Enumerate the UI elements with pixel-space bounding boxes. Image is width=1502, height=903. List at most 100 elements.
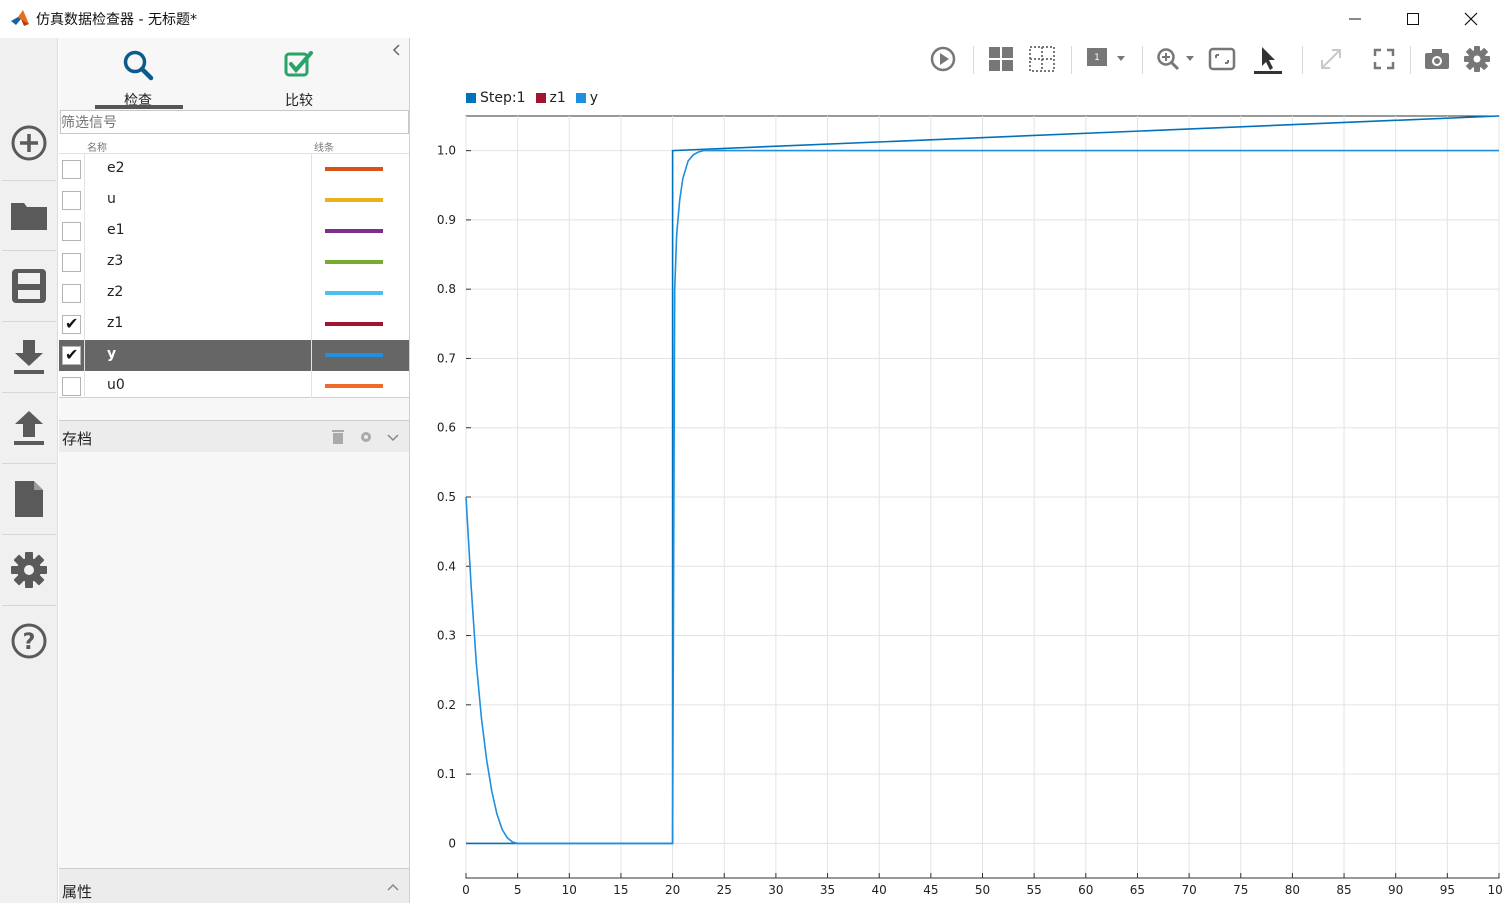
filter-signals-input[interactable] [60, 110, 409, 134]
signal-row[interactable]: z3 [59, 247, 409, 278]
y-tick-label: 0.6 [437, 421, 456, 435]
signal-name: e2 [107, 160, 125, 176]
line-color-swatch[interactable] [325, 167, 383, 171]
y-tick-label: 0.4 [437, 559, 456, 573]
layout-subplot-icon [1029, 46, 1055, 72]
maximize-button[interactable] [1384, 0, 1442, 38]
y-tick-label: 0.5 [437, 490, 456, 504]
title-bar: 仿真数据检查器 - 无标题* [0, 0, 1502, 38]
signal-name: y [107, 346, 117, 362]
export-button[interactable] [0, 393, 58, 463]
line-color-swatch[interactable] [325, 384, 383, 388]
zoom-button[interactable] [1154, 44, 1198, 74]
y-tick-label: 0 [448, 836, 456, 850]
signal-checkbox[interactable] [62, 345, 81, 365]
subplot-button[interactable] [1027, 44, 1057, 74]
x-tick-label: 30 [768, 883, 783, 897]
signal-checkbox[interactable] [62, 160, 81, 179]
x-tick-label: 25 [717, 883, 732, 897]
x-tick-label: 35 [820, 883, 835, 897]
settings-gear-icon [11, 552, 47, 588]
tab-inspect[interactable]: 检查 [93, 44, 183, 110]
signal-name: z3 [107, 253, 124, 269]
properties-section[interactable]: 属性 [59, 868, 409, 903]
camera-icon [1425, 49, 1449, 69]
help-button[interactable]: ? [0, 606, 58, 676]
layout-grid-icon [989, 47, 1013, 71]
column-line-header[interactable]: 线条 [314, 139, 334, 154]
line-color-swatch[interactable] [325, 198, 383, 202]
plot-select-button[interactable]: 1 [1083, 44, 1131, 74]
layout-button[interactable] [986, 44, 1016, 74]
signal-row[interactable]: z2 [59, 278, 409, 309]
y-tick-label: 0.9 [437, 213, 456, 227]
signal-table: 名称 线条 e2 u e1 z3 z2 z1 y u0 [59, 134, 409, 398]
open-button[interactable] [0, 180, 58, 250]
archive-settings-icon[interactable] [359, 430, 373, 444]
signal-checkbox[interactable] [62, 253, 81, 272]
visualization-settings-button[interactable] [1462, 44, 1492, 74]
signal-row[interactable]: e1 [59, 216, 409, 247]
signal-row[interactable]: u0 [59, 371, 409, 402]
signal-panel: 检查 比较 名称 线条 e2 u e1 z3 z2 z1 y u0 存档 属性 [59, 38, 410, 903]
x-tick-label: 50 [975, 883, 990, 897]
preferences-button[interactable] [0, 535, 58, 605]
chevron-up-icon[interactable] [386, 881, 400, 895]
signal-checkbox[interactable] [62, 284, 81, 303]
line-color-swatch[interactable] [325, 229, 383, 233]
document-icon [15, 481, 43, 517]
x-tick-label: 60 [1078, 883, 1093, 897]
svg-text:1: 1 [1094, 53, 1100, 63]
plot-settings-icon [1464, 46, 1490, 72]
report-button[interactable] [0, 464, 58, 534]
expand-button[interactable] [1316, 44, 1346, 74]
line-color-swatch[interactable] [325, 260, 383, 264]
line-color-swatch[interactable] [325, 322, 383, 326]
maximize-icon [1407, 13, 1419, 25]
chevron-down-icon[interactable] [386, 430, 400, 444]
line-color-swatch[interactable] [325, 291, 383, 295]
y-tick-label: 0.3 [437, 629, 456, 643]
column-name-header[interactable]: 名称 [87, 139, 107, 154]
matlab-logo-icon [11, 10, 29, 26]
close-icon [1464, 12, 1478, 26]
signal-checkbox[interactable] [62, 314, 81, 334]
collapse-panel-icon[interactable] [389, 42, 405, 58]
signal-row[interactable]: u [59, 185, 409, 216]
signal-row[interactable]: y [59, 340, 409, 371]
y-tick-label: 0.7 [437, 351, 456, 365]
window-title: 仿真数据检查器 - 无标题* [36, 12, 197, 28]
fit-view-button[interactable] [1207, 44, 1237, 74]
snapshot-button[interactable] [1422, 44, 1452, 74]
signal-checkbox[interactable] [62, 222, 81, 241]
import-button[interactable] [0, 322, 58, 392]
delete-icon[interactable] [331, 429, 345, 445]
tab-compare-label: 比较 [285, 93, 313, 109]
minimize-button[interactable] [1326, 0, 1384, 38]
replay-button[interactable] [928, 44, 958, 74]
tab-compare[interactable]: 比较 [254, 44, 344, 110]
save-button[interactable] [0, 251, 58, 321]
cursor-button[interactable] [1253, 44, 1283, 74]
x-tick-label: 0 [462, 883, 470, 897]
time-plot[interactable]: 0 5 10 15 20 25 30 35 40 45 50 55 60 65 70 75 80 85 90 95 10… [412, 100, 1502, 900]
upload-icon [14, 411, 44, 445]
fullscreen-button[interactable] [1369, 44, 1399, 74]
download-icon [14, 340, 44, 374]
y-tick-label: 0.8 [437, 282, 456, 296]
line-color-swatch[interactable] [325, 353, 383, 357]
expand-icon [1321, 49, 1341, 69]
play-icon [930, 46, 956, 72]
signal-row[interactable]: e2 [59, 154, 409, 185]
signal-row[interactable]: z1 [59, 309, 409, 340]
signal-checkbox[interactable] [62, 191, 81, 210]
signal-checkbox[interactable] [62, 377, 81, 396]
help-icon: ? [11, 623, 47, 659]
close-button[interactable] [1442, 0, 1500, 38]
fullscreen-icon [1373, 48, 1395, 70]
folder-icon [11, 203, 47, 230]
archive-section[interactable]: 存档 [59, 420, 409, 452]
x-tick-label: 95 [1440, 883, 1455, 897]
new-session-button[interactable] [0, 108, 58, 178]
left-icon-rail: ? [0, 38, 58, 903]
